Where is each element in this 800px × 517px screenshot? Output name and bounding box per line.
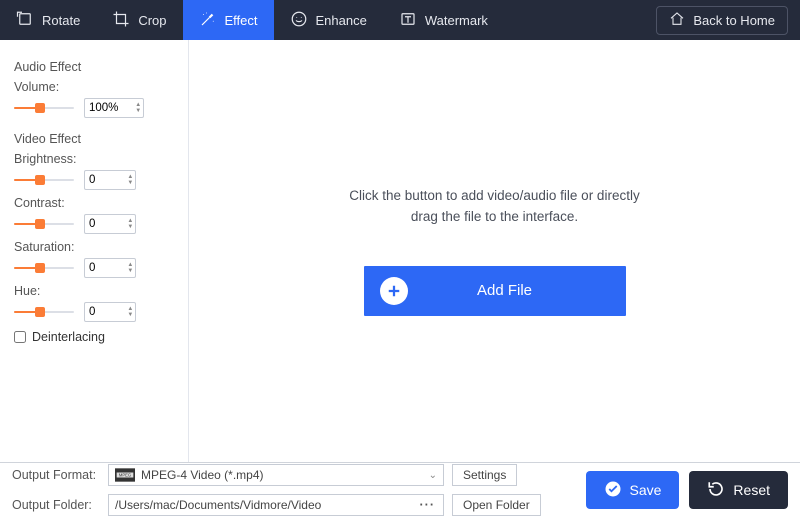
output-format-value: MPEG-4 Video (*.mp4) <box>141 468 429 482</box>
tab-label: Enhance <box>316 13 367 28</box>
saturation-label: Saturation: <box>14 240 172 254</box>
deinterlacing-checkbox[interactable] <box>14 331 26 343</box>
output-folder-field[interactable]: /Users/mac/Documents/Vidmore/Video ··· <box>108 494 444 516</box>
video-effect-heading: Video Effect <box>14 132 172 146</box>
watermark-icon <box>399 10 417 31</box>
browse-icon[interactable]: ··· <box>418 498 438 512</box>
crop-icon <box>112 10 130 31</box>
home-icon <box>669 11 685 30</box>
saturation-spinner[interactable]: ▲▼ <box>84 258 136 278</box>
rotate-icon <box>16 10 34 31</box>
audio-effect-heading: Audio Effect <box>14 60 172 74</box>
brightness-slider[interactable] <box>14 173 74 187</box>
spinner-arrows-icon[interactable]: ▲▼ <box>126 218 135 230</box>
save-label: Save <box>630 482 662 498</box>
drop-placeholder: Click the button to add video/audio file… <box>349 186 639 228</box>
tab-effect[interactable]: Effect <box>183 0 274 40</box>
mp4-file-icon: MPEG <box>115 468 135 482</box>
volume-label: Volume: <box>14 80 172 94</box>
top-navbar: Rotate Crop Effect Enhance Watermark Bac… <box>0 0 800 40</box>
footer-bar: Output Format: MPEG MPEG-4 Video (*.mp4)… <box>0 463 800 517</box>
settings-button[interactable]: Settings <box>452 464 517 486</box>
tab-label: Crop <box>138 13 166 28</box>
svg-text:MPEG: MPEG <box>119 473 131 478</box>
reset-button[interactable]: Reset <box>689 471 788 509</box>
output-folder-value: /Users/mac/Documents/Vidmore/Video <box>115 498 418 512</box>
output-folder-label: Output Folder: <box>12 498 100 512</box>
hue-spinner[interactable]: ▲▼ <box>84 302 136 322</box>
spinner-arrows-icon[interactable]: ▲▼ <box>126 306 135 318</box>
tab-label: Effect <box>225 13 258 28</box>
enhance-icon <box>290 10 308 31</box>
check-circle-icon <box>604 480 622 501</box>
add-file-label: Add File <box>408 282 626 299</box>
back-home-button[interactable]: Back to Home <box>656 6 788 35</box>
output-format-label: Output Format: <box>12 468 100 482</box>
volume-slider[interactable] <box>14 101 74 115</box>
open-folder-button[interactable]: Open Folder <box>452 494 541 516</box>
drop-area[interactable]: Click the button to add video/audio file… <box>188 40 800 462</box>
tab-label: Rotate <box>42 13 80 28</box>
hue-slider[interactable] <box>14 305 74 319</box>
volume-spinner[interactable]: ▲▼ <box>84 98 144 118</box>
output-format-select[interactable]: MPEG MPEG-4 Video (*.mp4) ⌄ <box>108 464 444 486</box>
reset-label: Reset <box>733 482 770 498</box>
back-home-label: Back to Home <box>693 13 775 28</box>
saturation-input[interactable] <box>85 262 126 274</box>
contrast-slider[interactable] <box>14 217 74 231</box>
save-button[interactable]: Save <box>586 471 680 509</box>
brightness-label: Brightness: <box>14 152 172 166</box>
deinterlacing-label: Deinterlacing <box>32 330 105 344</box>
tab-crop[interactable]: Crop <box>96 0 182 40</box>
volume-input[interactable] <box>85 102 133 114</box>
saturation-slider[interactable] <box>14 261 74 275</box>
effect-sidebar: Audio Effect Volume: ▲▼ Video Effect Bri… <box>0 40 188 462</box>
tab-watermark[interactable]: Watermark <box>383 0 504 40</box>
tab-enhance[interactable]: Enhance <box>274 0 383 40</box>
contrast-spinner[interactable]: ▲▼ <box>84 214 136 234</box>
plus-icon <box>380 277 408 305</box>
reset-icon <box>707 480 725 501</box>
hue-input[interactable] <box>85 306 126 318</box>
add-file-button[interactable]: Add File <box>364 266 626 316</box>
brightness-spinner[interactable]: ▲▼ <box>84 170 136 190</box>
hue-label: Hue: <box>14 284 172 298</box>
spinner-arrows-icon[interactable]: ▲▼ <box>133 102 143 114</box>
tab-rotate[interactable]: Rotate <box>0 0 96 40</box>
contrast-label: Contrast: <box>14 196 172 210</box>
spinner-arrows-icon[interactable]: ▲▼ <box>126 174 135 186</box>
chevron-down-icon: ⌄ <box>429 470 437 481</box>
tab-label: Watermark <box>425 13 488 28</box>
effect-icon <box>199 10 217 31</box>
contrast-input[interactable] <box>85 218 126 230</box>
brightness-input[interactable] <box>85 174 126 186</box>
spinner-arrows-icon[interactable]: ▲▼ <box>126 262 135 274</box>
